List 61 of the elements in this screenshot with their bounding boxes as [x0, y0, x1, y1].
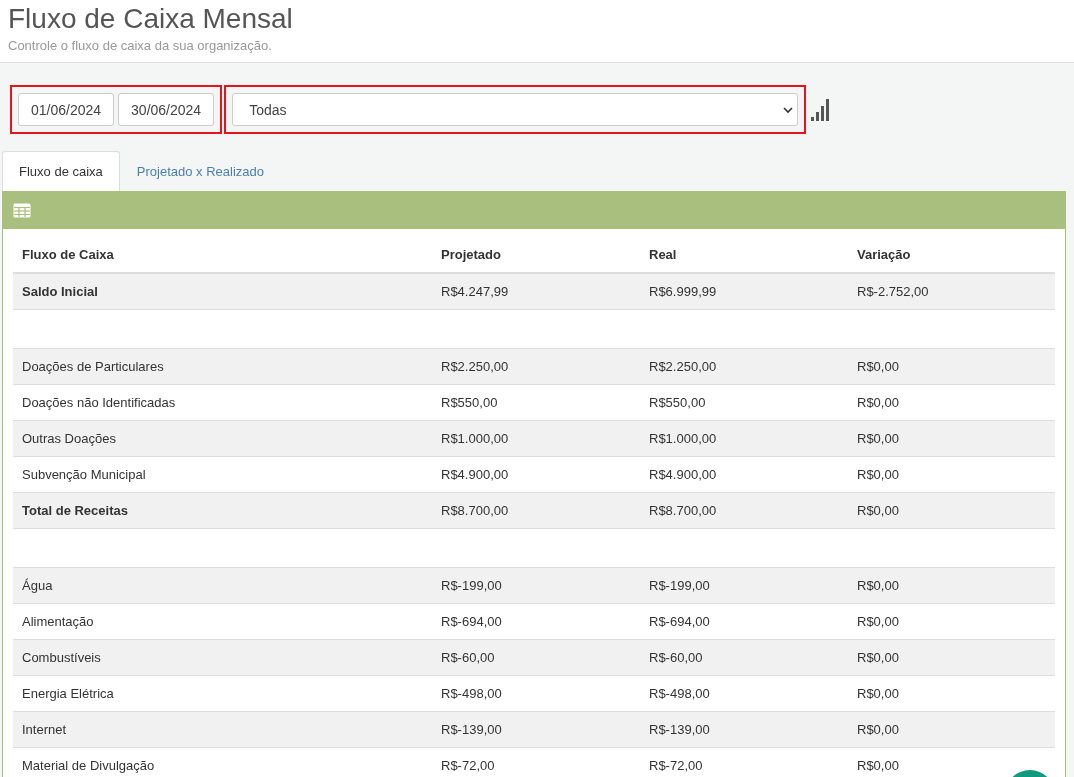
column-header: Projetado — [440, 247, 502, 262]
table-cell-text: R$0,00 — [856, 395, 900, 410]
table-cell-text: R$8.700,00 — [648, 503, 718, 518]
table-cell-text: R$-60,00 — [648, 650, 704, 665]
table-cell-text: R$-199,00 — [648, 578, 711, 593]
table-cell-text: R$-498,00 — [648, 686, 711, 701]
table-cell-text: R$0,00 — [856, 467, 900, 482]
start-date-field[interactable]: 01/06/2024 — [18, 93, 115, 126]
table-cell-text: R$550,00 — [440, 395, 499, 410]
page-title: Fluxo de Caixa Mensal — [8, 2, 294, 36]
category-dropdown[interactable]: Todas — [232, 93, 799, 126]
table-cell-text: Saldo Inicial — [21, 284, 99, 299]
table-cell-text: R$0,00 — [856, 650, 900, 665]
tab[interactable]: Fluxo de caixa — [2, 151, 120, 191]
table-cell-text: R$-694,00 — [648, 614, 711, 629]
table-cell-text: Outras Doações — [21, 431, 117, 446]
table-cell-text: R$1.000,00 — [440, 431, 510, 446]
table-cell-text: R$0,00 — [856, 686, 900, 701]
table-cell-text: R$550,00 — [648, 395, 707, 410]
table-cell-text: R$0,00 — [856, 722, 900, 737]
table-cell-text: Doações não Identificadas — [21, 395, 177, 410]
table-cell-text: R$1.000,00 — [648, 431, 718, 446]
table-cell-text: R$0,00 — [856, 578, 900, 593]
table-cell-text: R$0,00 — [856, 614, 900, 629]
table-cell-text: R$-694,00 — [440, 614, 503, 629]
table-cell-text: R$-2.752,00 — [856, 284, 930, 299]
table-cell-text: R$4.900,00 — [440, 467, 510, 482]
table-cell-text: R$4.247,99 — [440, 284, 510, 299]
table-cell-text: R$-139,00 — [440, 722, 503, 737]
table-cell-text: R$0,00 — [856, 431, 900, 446]
table-cell-text: Material de Divulgação — [21, 758, 156, 773]
table-cell-text: R$-72,00 — [648, 758, 704, 773]
table-cell-text: R$-139,00 — [648, 722, 711, 737]
column-header: Fluxo de Caixa — [21, 247, 115, 262]
table-cell-text: R$0,00 — [856, 503, 900, 518]
table-cell-text: Alimentação — [21, 614, 95, 629]
table-cell-text: Combustíveis — [21, 650, 102, 665]
table-cell-text: Água — [21, 578, 54, 593]
chevron-down-icon — [783, 104, 794, 115]
column-header: Variação — [856, 247, 912, 262]
tab[interactable]: Projetado x Realizado — [119, 151, 282, 191]
table-cell-text: R$2.250,00 — [648, 359, 718, 374]
table-cell-text: R$2.250,00 — [440, 359, 510, 374]
table-cell-text: Total de Receitas — [21, 503, 129, 518]
table-cell-text: Internet — [21, 722, 68, 737]
table-cell-text: Subvenção Municipal — [21, 467, 147, 482]
table-cell-text: R$4.900,00 — [648, 467, 718, 482]
table-cell-text: Energia Elétrica — [21, 686, 115, 701]
table-cell-text: R$-72,00 — [440, 758, 496, 773]
table-cell-text: R$-199,00 — [440, 578, 503, 593]
table-cell-text: Doações de Particulares — [21, 359, 165, 374]
table-cell-text: R$0,00 — [856, 359, 900, 374]
table-cell-text: R$-498,00 — [440, 686, 503, 701]
column-header: Real — [648, 247, 678, 262]
table-cell-text: R$0,00 — [856, 758, 900, 773]
table-cell-text: R$8.700,00 — [440, 503, 510, 518]
table-cell-text: R$6.999,99 — [648, 284, 718, 299]
table-cell-text: R$-60,00 — [440, 650, 496, 665]
end-date-field[interactable]: 30/06/2024 — [118, 93, 215, 126]
table-icon — [13, 203, 31, 218]
page-subtitle: Controle o fluxo de caixa da sua organização. — [8, 38, 272, 53]
